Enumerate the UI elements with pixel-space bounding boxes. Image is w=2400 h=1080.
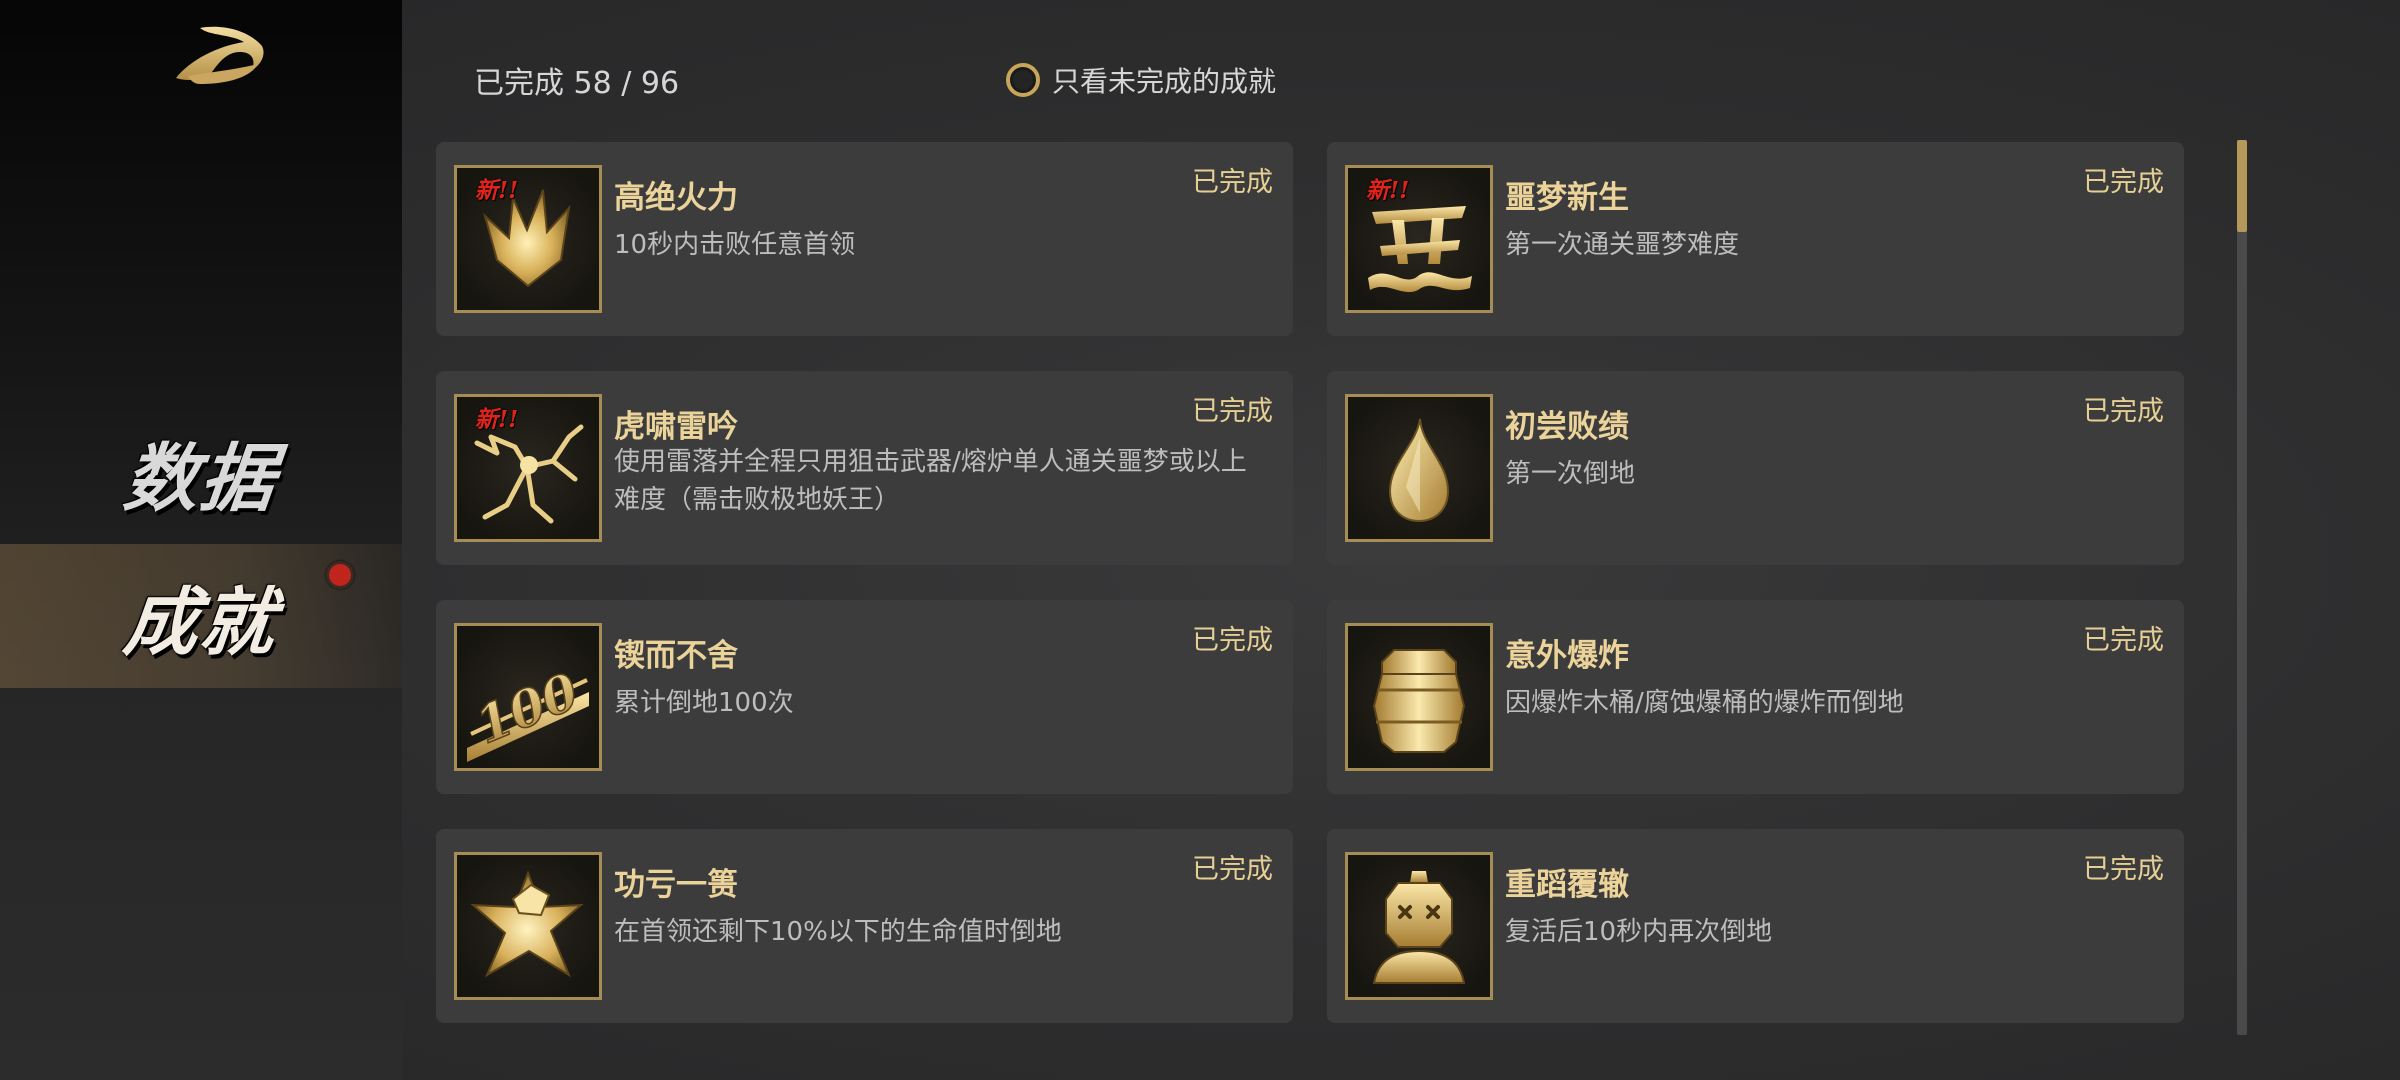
achievement-description: 第一次通关噩梦难度 [1505,230,1740,260]
achievement-description: 累计倒地100次 [614,688,794,718]
sidebar-item-data[interactable]: 数据 [0,400,402,544]
filter-incomplete-toggle[interactable]: 只看未完成的成就 [1006,60,1276,100]
achievements-screen: 数据 成就 已完成 58 / 96 只看未完成的成就 新!! 高绝火力 10秒内… [0,0,2400,1080]
achievement-description: 使用雷落并全程只用狙击武器/熔炉单人通关噩梦或以上难度（需击败极地妖王） [614,447,1247,515]
achievement-title: 意外爆炸 [1505,638,1629,674]
achievement-title: 噩梦新生 [1505,180,1629,216]
achievement-status: 已完成 [2083,167,2164,198]
achievement-description: 10秒内击败任意首领 [614,230,856,260]
scrollbar[interactable] [2237,140,2247,1035]
achievement-description: 第一次倒地 [1505,459,1636,489]
sidebar-item-label: 成就 [119,579,281,666]
achievement-title: 初尝败绩 [1505,409,1629,445]
achievement-title: 功亏一篑 [614,867,738,903]
achievement-card[interactable]: 初尝败绩 第一次倒地 已完成 [1327,371,2184,565]
achievement-title: 重蹈覆辙 [1505,867,1629,903]
achievement-description: 因爆炸木桶/腐蚀爆桶的爆炸而倒地 [1505,688,1904,718]
achievement-card[interactable]: 重蹈覆辙 复活后10秒内再次倒地 已完成 [1327,829,2184,1023]
achievement-description: 复活后10秒内再次倒地 [1505,917,1773,947]
notification-dot [326,561,354,589]
lightning-crack-icon: 新!! [454,394,602,542]
achievement-title: 锲而不舍 [614,638,738,674]
achievement-card[interactable]: 100 锲而不舍 累计倒地100次 已完成 [436,600,1293,794]
achievement-card[interactable]: 意外爆炸 因爆炸木桶/腐蚀爆桶的爆炸而倒地 已完成 [1327,600,2184,794]
achievement-status: 已完成 [1192,625,1273,656]
achievement-status: 已完成 [2083,625,2164,656]
scrollbar-thumb[interactable] [2237,140,2247,232]
sidebar: 数据 成就 [0,0,402,1080]
shattered-star-icon [454,852,602,1000]
flame-burst-icon: 新!! [454,165,602,313]
completed-count: 已完成 58 / 96 [474,66,680,101]
new-badge: 新!! [1366,177,1410,204]
new-badge: 新!! [475,406,519,433]
achievement-title: 虎啸雷吟 [614,409,738,445]
barrel-icon [1345,623,1493,771]
teardrop-icon [1345,394,1493,542]
achievement-status: 已完成 [2083,854,2164,885]
achievement-status: 已完成 [1192,396,1273,427]
achievement-card[interactable]: 新!! 虎啸雷吟 使用雷落并全程只用狙击武器/熔炉单人通关噩梦或以上难度（需击败… [436,371,1293,565]
hundred-plaque-icon: 100 [454,623,602,771]
nightmare-glyph-icon: 新!! [1345,165,1493,313]
radio-button[interactable] [1006,63,1040,97]
achievement-title: 高绝火力 [614,180,738,216]
new-badge: 新!! [475,177,519,204]
achievement-card[interactable]: 新!! 噩梦新生 第一次通关噩梦难度 已完成 [1327,142,2184,336]
achievement-description: 在首领还剩下10%以下的生命值时倒地 [614,917,1062,947]
achievement-status: 已完成 [1192,854,1273,885]
filter-label: 只看未完成的成就 [1052,65,1277,98]
achievement-card[interactable]: 功亏一篑 在首领还剩下10%以下的生命值时倒地 已完成 [436,829,1293,1023]
achievement-status: 已完成 [2083,396,2164,427]
sidebar-item-label: 数据 [119,435,281,522]
achievement-card[interactable]: 新!! 高绝火力 10秒内击败任意首领 已完成 [436,142,1293,336]
stylized-wave-logo-icon [170,20,270,90]
knocked-out-figure-icon [1345,852,1493,1000]
svg-text:100: 100 [468,661,587,755]
achievement-status: 已完成 [1192,167,1273,198]
